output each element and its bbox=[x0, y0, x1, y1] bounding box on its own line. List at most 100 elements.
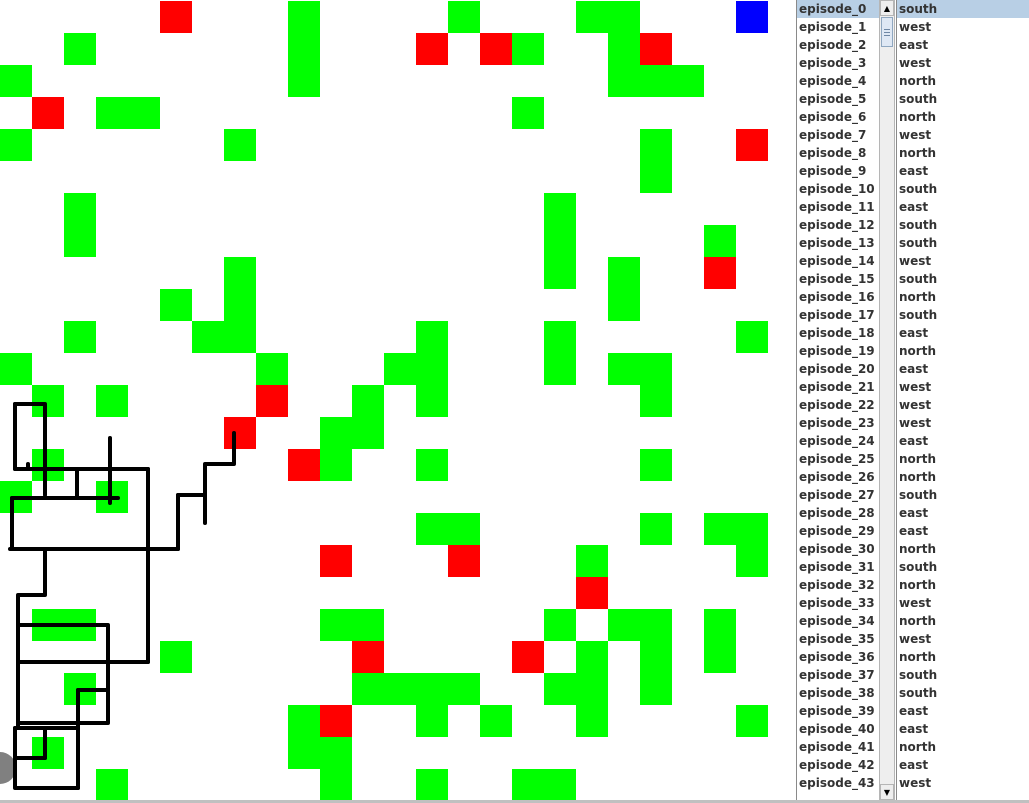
action-list-item[interactable]: north bbox=[897, 108, 1029, 126]
action-list-item[interactable]: north bbox=[897, 468, 1029, 486]
action-list-item[interactable]: south bbox=[897, 0, 1029, 18]
episode-list-item[interactable]: episode_37 bbox=[797, 666, 880, 684]
episode-list-item[interactable]: episode_23 bbox=[797, 414, 880, 432]
reward-cell bbox=[160, 641, 192, 673]
episode-list-item[interactable]: episode_25 bbox=[797, 450, 880, 468]
episode-list-item[interactable]: episode_3 bbox=[797, 54, 880, 72]
episode-list-item[interactable]: episode_9 bbox=[797, 162, 880, 180]
action-list-item[interactable]: east bbox=[897, 36, 1029, 54]
action-list-item[interactable]: west bbox=[897, 630, 1029, 648]
action-list-item[interactable]: south bbox=[897, 234, 1029, 252]
episode-list-item[interactable]: episode_38 bbox=[797, 684, 880, 702]
episode-list-item[interactable]: episode_17 bbox=[797, 306, 880, 324]
episode-list-item[interactable]: episode_8 bbox=[797, 144, 880, 162]
action-list-item[interactable]: north bbox=[897, 72, 1029, 90]
action-list-item[interactable]: north bbox=[897, 738, 1029, 756]
episode-list-item[interactable]: episode_36 bbox=[797, 648, 880, 666]
episode-list[interactable]: episode_0 episode_1 episode_2 episode_3 epis… bbox=[796, 0, 880, 803]
episode-list-item[interactable]: episode_20 bbox=[797, 360, 880, 378]
scroll-thumb[interactable] bbox=[881, 17, 893, 47]
episode-list-item[interactable]: episode_21 bbox=[797, 378, 880, 396]
episode-list-item[interactable]: episode_13 bbox=[797, 234, 880, 252]
action-list-item[interactable]: north bbox=[897, 648, 1029, 666]
episode-list-item[interactable]: episode_34 bbox=[797, 612, 880, 630]
action-list-item[interactable]: south bbox=[897, 90, 1029, 108]
reward-cell bbox=[608, 289, 640, 321]
episode-list-item[interactable]: episode_40 bbox=[797, 720, 880, 738]
reward-cell bbox=[416, 513, 448, 545]
episode-list-item[interactable]: episode_39 bbox=[797, 702, 880, 720]
episode-list-item[interactable]: episode_5 bbox=[797, 90, 880, 108]
action-list-item[interactable]: south bbox=[897, 306, 1029, 324]
episode-list-item[interactable]: episode_6 bbox=[797, 108, 880, 126]
reward-cell bbox=[640, 641, 672, 673]
action-list-item[interactable]: west bbox=[897, 126, 1029, 144]
action-list-item[interactable]: west bbox=[897, 396, 1029, 414]
episode-list-scrollbar[interactable]: ▲ ▼ bbox=[879, 0, 895, 800]
action-list-item[interactable]: south bbox=[897, 558, 1029, 576]
action-list-item[interactable]: east bbox=[897, 720, 1029, 738]
episode-list-item[interactable]: episode_42 bbox=[797, 756, 880, 774]
episode-list-item[interactable]: episode_12 bbox=[797, 216, 880, 234]
action-list[interactable]: south west east west north south north west nort… bbox=[896, 0, 1029, 803]
action-list-item[interactable]: north bbox=[897, 144, 1029, 162]
episode-list-item[interactable]: episode_35 bbox=[797, 630, 880, 648]
action-list-item[interactable]: east bbox=[897, 522, 1029, 540]
reward-cell bbox=[64, 33, 96, 65]
episode-list-item[interactable]: episode_24 bbox=[797, 432, 880, 450]
episode-list-item[interactable]: episode_30 bbox=[797, 540, 880, 558]
action-list-item[interactable]: east bbox=[897, 360, 1029, 378]
episode-list-item[interactable]: episode_11 bbox=[797, 198, 880, 216]
episode-list-item[interactable]: episode_33 bbox=[797, 594, 880, 612]
episode-list-item[interactable]: episode_32 bbox=[797, 576, 880, 594]
episode-list-item[interactable]: episode_15 bbox=[797, 270, 880, 288]
action-list-item[interactable]: east bbox=[897, 756, 1029, 774]
episode-list-item[interactable]: episode_28 bbox=[797, 504, 880, 522]
action-list-item[interactable]: west bbox=[897, 54, 1029, 72]
action-list-item[interactable]: south bbox=[897, 216, 1029, 234]
action-list-item[interactable]: west bbox=[897, 18, 1029, 36]
action-list-item[interactable]: east bbox=[897, 504, 1029, 522]
episode-list-item[interactable]: episode_43 bbox=[797, 774, 880, 792]
action-list-item[interactable]: north bbox=[897, 288, 1029, 306]
episode-list-item[interactable]: episode_2 bbox=[797, 36, 880, 54]
action-list-item[interactable]: south bbox=[897, 684, 1029, 702]
action-list-item[interactable]: north bbox=[897, 540, 1029, 558]
episode-list-item[interactable]: episode_29 bbox=[797, 522, 880, 540]
episode-list-item[interactable]: episode_0 bbox=[797, 0, 880, 18]
episode-list-item[interactable]: episode_22 bbox=[797, 396, 880, 414]
grid-world-canvas[interactable] bbox=[0, 0, 796, 803]
action-list-item[interactable]: north bbox=[897, 342, 1029, 360]
action-list-item[interactable]: west bbox=[897, 414, 1029, 432]
action-list-item[interactable]: south bbox=[897, 180, 1029, 198]
episode-list-item[interactable]: episode_18 bbox=[797, 324, 880, 342]
episode-list-item[interactable]: episode_26 bbox=[797, 468, 880, 486]
action-list-item[interactable]: east bbox=[897, 432, 1029, 450]
scroll-up-button[interactable]: ▲ bbox=[880, 0, 894, 16]
episode-list-item[interactable]: episode_7 bbox=[797, 126, 880, 144]
action-list-item[interactable]: north bbox=[897, 450, 1029, 468]
episode-list-item[interactable]: episode_41 bbox=[797, 738, 880, 756]
action-list-item[interactable]: west bbox=[897, 774, 1029, 792]
action-list-item[interactable]: east bbox=[897, 702, 1029, 720]
episode-list-item[interactable]: episode_27 bbox=[797, 486, 880, 504]
episode-list-item[interactable]: episode_31 bbox=[797, 558, 880, 576]
episode-list-item[interactable]: episode_19 bbox=[797, 342, 880, 360]
action-list-item[interactable]: south bbox=[897, 270, 1029, 288]
action-list-item[interactable]: east bbox=[897, 198, 1029, 216]
scroll-down-button[interactable]: ▼ bbox=[880, 784, 894, 800]
action-list-item[interactable]: south bbox=[897, 486, 1029, 504]
action-list-item[interactable]: west bbox=[897, 378, 1029, 396]
episode-list-item[interactable]: episode_10 bbox=[797, 180, 880, 198]
action-list-item[interactable]: north bbox=[897, 576, 1029, 594]
action-list-item[interactable]: north bbox=[897, 612, 1029, 630]
action-list-item[interactable]: east bbox=[897, 324, 1029, 342]
action-list-item[interactable]: west bbox=[897, 252, 1029, 270]
episode-list-item[interactable]: episode_14 bbox=[797, 252, 880, 270]
action-list-item[interactable]: south bbox=[897, 666, 1029, 684]
action-list-item[interactable]: west bbox=[897, 594, 1029, 612]
action-list-item[interactable]: east bbox=[897, 162, 1029, 180]
episode-list-item[interactable]: episode_1 bbox=[797, 18, 880, 36]
episode-list-item[interactable]: episode_16 bbox=[797, 288, 880, 306]
episode-list-item[interactable]: episode_4 bbox=[797, 72, 880, 90]
